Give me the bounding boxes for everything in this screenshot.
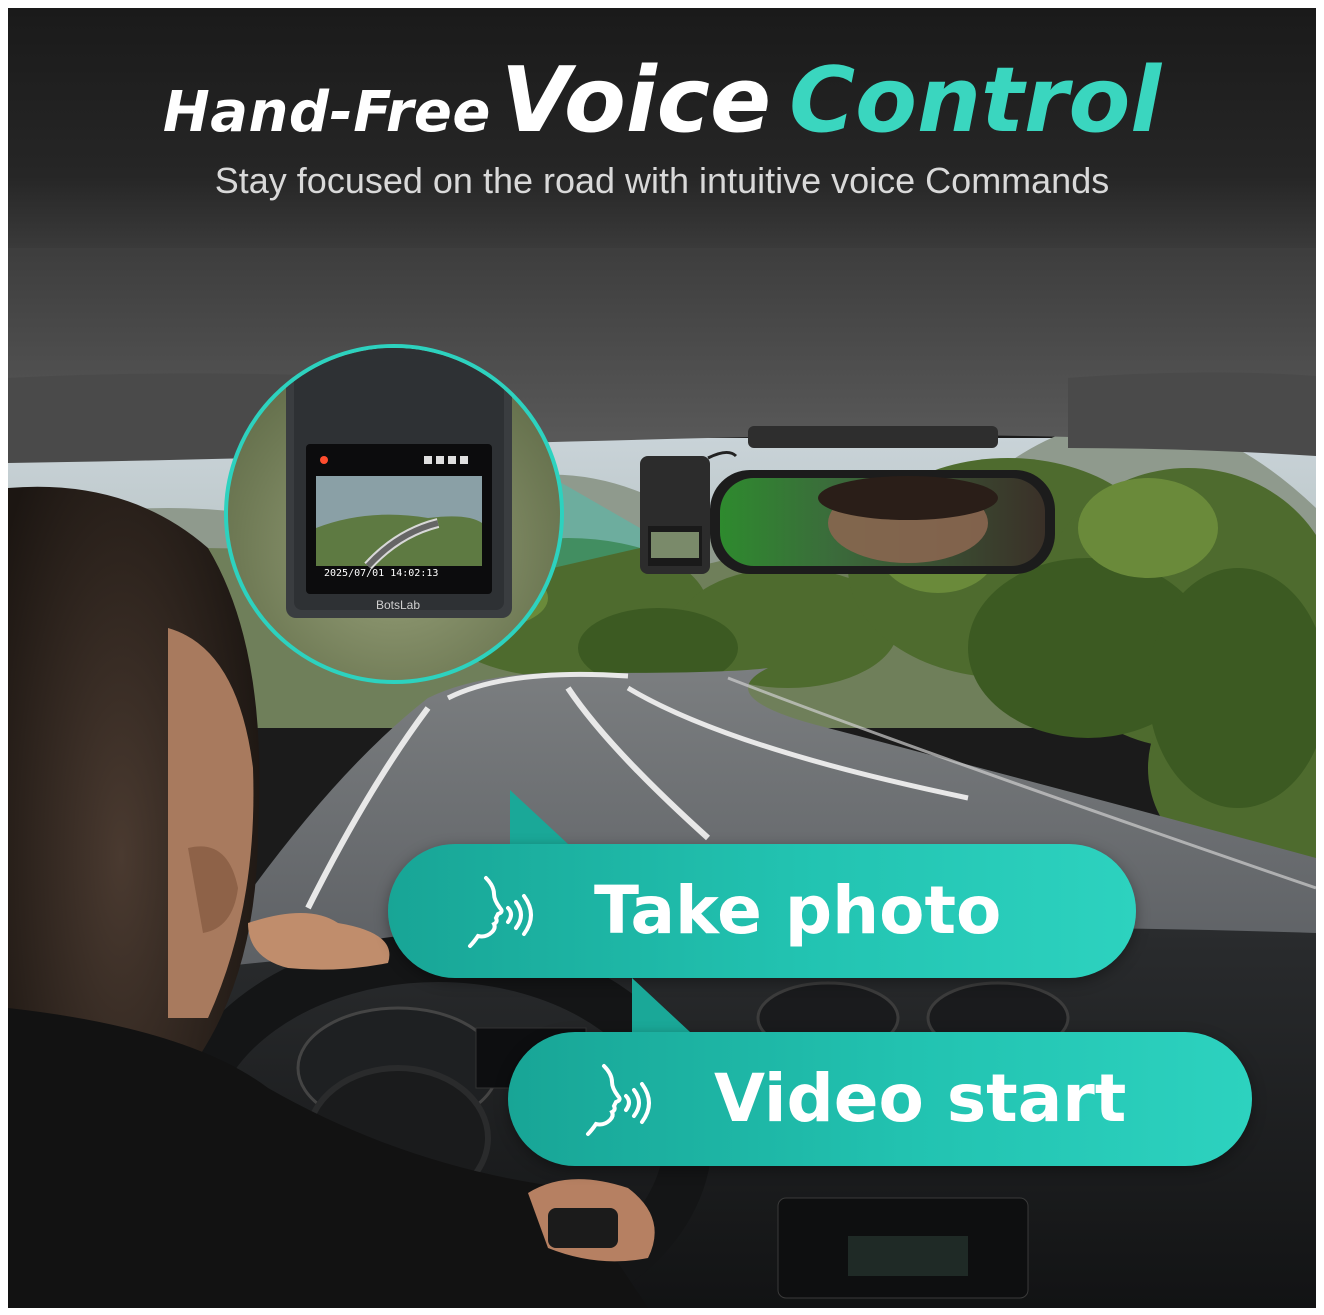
headline: Hand-Free Voice Control — [8, 48, 1316, 153]
headline-lead: Hand-Free — [162, 80, 491, 145]
dashcam-closeup-graphic — [286, 348, 512, 618]
dashcam-zoom-lens: 2025/07/01 14:02:13 BotsLab — [224, 344, 564, 684]
voice-speaking-icon — [586, 1064, 651, 1136]
voice-command-take-photo: Take photo — [594, 872, 1002, 949]
voice-command-bubble-take-photo: Take photo — [388, 844, 1136, 978]
header: Hand-Free Voice Control Stay focused on th… — [8, 8, 1316, 248]
voice-speaking-icon — [468, 876, 533, 948]
dashcam-screen-datetime: 2025/07/01 14:02:13 — [324, 568, 439, 579]
subtitle: Stay focused on the road with intuitive … — [214, 160, 1110, 201]
headline-main: Voice — [500, 48, 772, 153]
headline-accent: Control — [789, 48, 1162, 153]
voice-command-video-start: Video start — [714, 1060, 1127, 1137]
dashcam-brand-logo: BotsLab — [376, 598, 421, 612]
ad-frame: Hand-Free Voice Control Stay focused on th… — [8, 8, 1316, 1308]
voice-command-bubble-video-start: Video start — [508, 1032, 1252, 1166]
